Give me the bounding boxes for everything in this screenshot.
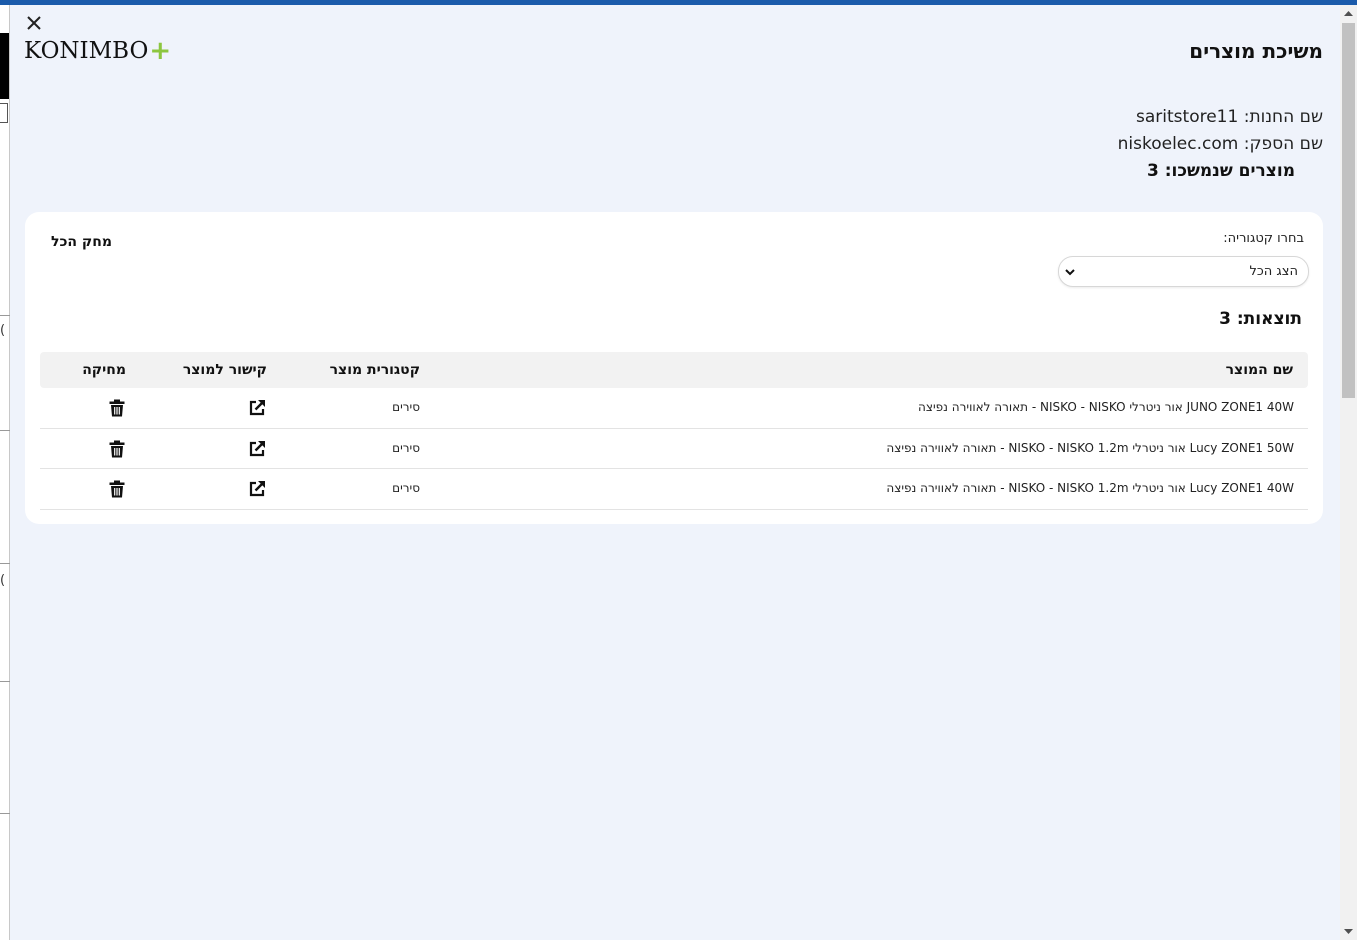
logo-plus: + xyxy=(149,36,172,66)
trash-icon xyxy=(109,399,125,417)
results-count: תוצאות: 3 xyxy=(1219,309,1302,329)
product-link-button[interactable] xyxy=(247,398,267,418)
product-link-button[interactable] xyxy=(247,479,267,499)
delete-button[interactable] xyxy=(107,398,127,418)
delete-button[interactable] xyxy=(107,479,127,499)
close-icon xyxy=(27,16,41,30)
table-header: שם המוצר קטגורית מוצר קישור למוצר מחיקה xyxy=(40,352,1308,388)
konimbo-logo: KONIMBO + xyxy=(24,38,171,64)
scroll-down-arrow-icon[interactable] xyxy=(1340,923,1357,940)
product-link-button[interactable] xyxy=(247,439,267,459)
category-selected-value: הצג הכל xyxy=(1249,264,1298,279)
table-row: Lucy ZONE1 50W אור ניטרלי NISKO - NISKO … xyxy=(40,429,1308,469)
header-product-name: שם המוצר xyxy=(1225,362,1293,378)
header-product-category: קטגורית מוצר xyxy=(329,362,420,378)
header-product-link: קישור למוצר xyxy=(182,362,267,378)
table-row: JUNO ZONE1 40W אור ניטרלי NISKO - NISKO … xyxy=(40,388,1308,429)
products-card: מחק הכל בחרו קטגוריה: הצג הכל תוצאות: 3 … xyxy=(25,212,1323,524)
supplier-line: שם הספק: niskoelec.com xyxy=(1117,134,1323,154)
product-category: סירים xyxy=(392,481,420,495)
trash-icon xyxy=(109,480,125,498)
product-name: Lucy ZONE1 50W אור ניטרלי NISKO - NISKO … xyxy=(886,440,1294,455)
chevron-down-icon xyxy=(1065,269,1075,276)
header-delete: מחיקה xyxy=(82,362,126,378)
pulled-count-line: מוצרים שנמשכו: 3 xyxy=(1146,161,1295,181)
modal-title: משיכת מוצרים xyxy=(1189,39,1323,63)
category-label: בחרו קטגוריה: xyxy=(1223,231,1304,246)
close-button[interactable] xyxy=(24,13,44,33)
products-table: שם המוצר קטגורית מוצר קישור למוצר מחיקה … xyxy=(40,352,1308,510)
product-category: סירים xyxy=(392,440,420,455)
pull-products-modal: KONIMBO + משיכת מוצרים שם החנות: saritst… xyxy=(10,5,1340,940)
external-link-icon xyxy=(249,440,265,456)
product-name: JUNO ZONE1 40W אור ניטרלי NISKO - NISKO … xyxy=(918,400,1294,414)
logo-text: KONIMBO xyxy=(24,38,149,64)
category-select[interactable]: הצג הכל xyxy=(1058,256,1309,287)
import-info: שם החנות: saritstore11 שם הספק: niskoele… xyxy=(723,105,1323,186)
product-name: Lucy ZONE1 40W אור ניטרלי NISKO - NISKO … xyxy=(886,481,1294,495)
clear-all-button[interactable]: מחק הכל xyxy=(51,234,112,250)
external-link-icon xyxy=(249,481,265,497)
delete-button[interactable] xyxy=(107,439,127,459)
store-name-line: שם החנות: saritstore11 xyxy=(1136,107,1323,127)
external-link-icon xyxy=(249,400,265,416)
table-row: Lucy ZONE1 40W אור ניטרלי NISKO - NISKO … xyxy=(40,469,1308,510)
scroll-up-arrow-icon[interactable] xyxy=(1340,5,1357,22)
product-category: סירים xyxy=(392,400,420,414)
vertical-scrollbar[interactable] xyxy=(1340,5,1357,940)
background-page-edge: ( ( xyxy=(0,5,10,940)
trash-icon xyxy=(109,440,125,457)
scrollbar-thumb[interactable] xyxy=(1342,23,1355,398)
